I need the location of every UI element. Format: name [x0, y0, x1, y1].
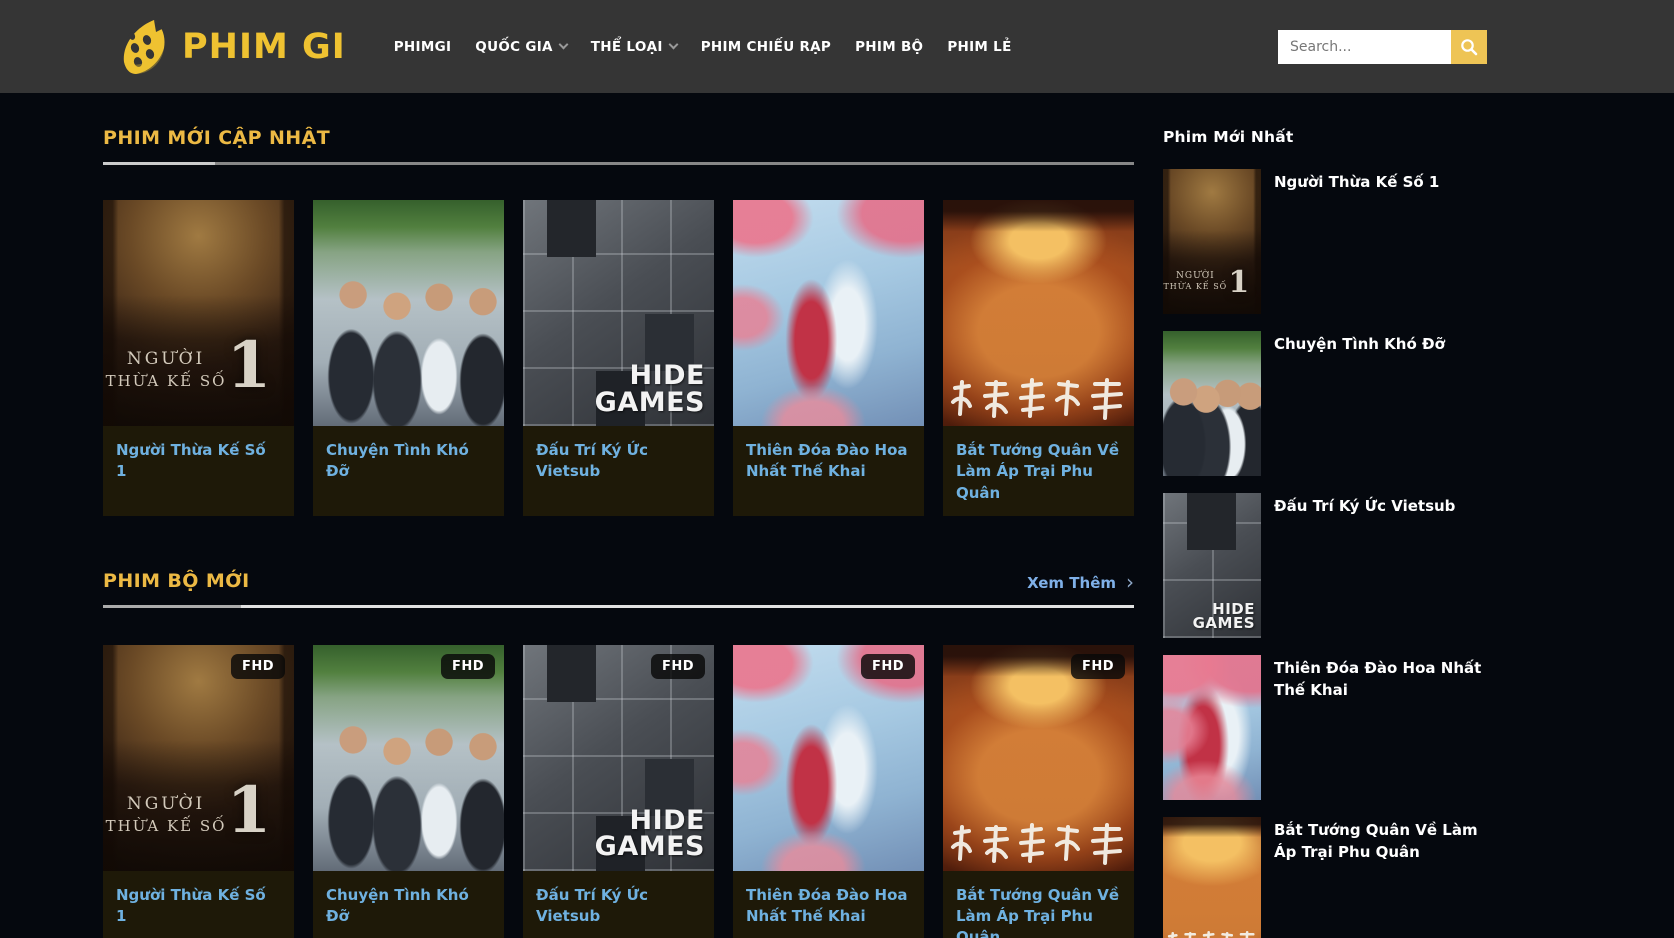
sidebar-movie-item[interactable]: Chuyện Tình Khó Đỡ: [1163, 331, 1488, 476]
nav-item-phimgi[interactable]: PHIMGI: [394, 39, 452, 55]
movie-card[interactable]: Bắt Tướng Quân Về Làm Áp Trại Phu Quân: [943, 200, 1134, 516]
movie-thumbnail: [1163, 331, 1261, 476]
movie-poster: [943, 200, 1134, 426]
movie-card[interactable]: FHD Thiên Đóa Đào Hoa Nhất Thế Khai: [733, 645, 924, 938]
movie-poster: FHD HIDEGAMES: [523, 645, 714, 871]
movie-thumbnail: NGƯỜITHỪA KẾ SỐ 1: [1163, 169, 1261, 314]
movie-card[interactable]: FHD HIDEGAMES Đấu Trí Ký Ức Vietsub: [523, 645, 714, 938]
calligraphy-art: [1163, 928, 1261, 938]
movie-thumbnail: [1163, 817, 1261, 938]
movie-poster: FHD: [733, 645, 924, 871]
quality-badge: FHD: [231, 654, 285, 679]
main-nav: PHIMGI QUỐC GIA THỂ LOẠI PHIM CHIẾU RẠP …: [394, 39, 1012, 55]
quality-badge: FHD: [651, 654, 705, 679]
movie-card[interactable]: FHD NGƯỜITHỪA KẾ SỐ 1 Người Thừa Kế Số 1: [103, 645, 294, 938]
nav-item-quoc-gia[interactable]: QUỐC GIA: [475, 39, 566, 55]
sidebar-movie-item[interactable]: NGƯỜITHỪA KẾ SỐ 1 Người Thừa Kế Số 1: [1163, 169, 1488, 314]
see-more-link[interactable]: Xem Thêm ›: [1027, 574, 1134, 592]
quality-badge: FHD: [1071, 654, 1125, 679]
movie-title[interactable]: Thiên Đóa Đào Hoa Nhất Thế Khai: [1274, 658, 1488, 702]
movie-poster: NGƯỜITHỪA KẾ SỐ 1: [103, 200, 294, 426]
movie-poster: [313, 200, 504, 426]
series-movies-grid: FHD NGƯỜITHỪA KẾ SỐ 1 Người Thừa Kế Số 1…: [103, 645, 1134, 938]
sidebar-movie-item[interactable]: Bắt Tướng Quân Về Làm Áp Trại Phu Quân: [1163, 817, 1488, 938]
quality-badge: FHD: [861, 654, 915, 679]
sidebar-movie-item[interactable]: Thiên Đóa Đào Hoa Nhất Thế Khai: [1163, 655, 1488, 800]
movie-title[interactable]: Đấu Trí Ký Ức Vietsub: [1274, 496, 1455, 518]
section-divider: [103, 162, 1134, 165]
chevron-right-icon: ›: [1126, 572, 1134, 592]
movie-title[interactable]: Người Thừa Kế Số 1: [1274, 172, 1439, 194]
nav-item-phim-chieu-rap[interactable]: PHIM CHIẾU RẠP: [701, 39, 831, 55]
movie-card[interactable]: HIDEGAMES Đấu Trí Ký Ức Vietsub: [523, 200, 714, 516]
movie-thumbnail: HIDEGAMES: [1163, 493, 1261, 638]
search-icon: [1460, 38, 1478, 56]
search-input[interactable]: [1278, 30, 1451, 64]
search-button[interactable]: [1451, 30, 1487, 64]
movie-poster: FHD: [943, 645, 1134, 871]
movie-title[interactable]: Chuyện Tình Khó Đỡ: [326, 885, 491, 928]
latest-movies-grid: NGƯỜITHỪA KẾ SỐ 1 Người Thừa Kế Số 1 Chu…: [103, 200, 1134, 516]
movie-title[interactable]: Bắt Tướng Quân Về Làm Áp Trại Phu Quân: [1274, 820, 1488, 864]
movie-poster: [733, 200, 924, 426]
section-title-latest: PHIM MỚI CẬP NHẬT: [103, 127, 330, 149]
movie-card[interactable]: FHD Chuyện Tình Khó Đỡ: [313, 645, 504, 938]
sidebar-movie-item[interactable]: HIDEGAMES Đấu Trí Ký Ức Vietsub: [1163, 493, 1488, 638]
chevron-down-icon: [558, 40, 568, 50]
movie-card[interactable]: FHD Bắt Tướng Quân Về Làm Áp Trại Phu Qu…: [943, 645, 1134, 938]
movie-title[interactable]: Chuyện Tình Khó Đỡ: [1274, 334, 1445, 356]
chevron-down-icon: [668, 40, 678, 50]
nav-item-phim-le[interactable]: PHIM LẺ: [947, 39, 1011, 55]
logo-text: PHIM GI: [182, 27, 346, 67]
logo[interactable]: PHIM GI: [120, 18, 346, 76]
movie-title[interactable]: Người Thừa Kế Số 1: [116, 440, 281, 483]
sidebar-title: Phim Mới Nhất: [1163, 128, 1488, 146]
movie-card[interactable]: Thiên Đóa Đào Hoa Nhất Thế Khai: [733, 200, 924, 516]
section-divider: [103, 605, 1134, 608]
movie-title[interactable]: Bắt Tướng Quân Về Làm Áp Trại Phu Quân: [956, 440, 1121, 504]
movie-poster: FHD NGƯỜITHỪA KẾ SỐ 1: [103, 645, 294, 871]
movie-title[interactable]: Thiên Đóa Đào Hoa Nhất Thế Khai: [746, 440, 911, 483]
movie-card[interactable]: Chuyện Tình Khó Đỡ: [313, 200, 504, 516]
movie-title[interactable]: Người Thừa Kế Số 1: [116, 885, 281, 928]
movie-card[interactable]: NGƯỜITHỪA KẾ SỐ 1 Người Thừa Kế Số 1: [103, 200, 294, 516]
site-header: PHIM GI PHIMGI QUỐC GIA THỂ LOẠI PHIM CH…: [0, 0, 1674, 93]
movie-title[interactable]: Đấu Trí Ký Ức Vietsub: [536, 440, 701, 483]
search-bar: [1278, 30, 1487, 64]
movie-title[interactable]: Thiên Đóa Đào Hoa Nhất Thế Khai: [746, 885, 911, 928]
movie-poster: FHD: [313, 645, 504, 871]
film-reel-pizza-icon: [120, 18, 172, 76]
section-title-series: PHIM BỘ MỚI: [103, 570, 250, 592]
calligraphy-art: [943, 376, 1134, 422]
nav-item-phim-bo[interactable]: PHIM BỘ: [855, 39, 923, 55]
quality-badge: FHD: [441, 654, 495, 679]
calligraphy-art: [943, 821, 1134, 867]
movie-title[interactable]: Chuyện Tình Khó Đỡ: [326, 440, 491, 483]
movie-poster: HIDEGAMES: [523, 200, 714, 426]
sidebar: Phim Mới Nhất NGƯỜITHỪA KẾ SỐ 1 Người Th…: [1163, 93, 1488, 938]
movie-title[interactable]: Bắt Tướng Quân Về Làm Áp Trại Phu Quân: [956, 885, 1121, 938]
movie-title[interactable]: Đấu Trí Ký Ức Vietsub: [536, 885, 701, 928]
nav-item-the-loai[interactable]: THỂ LOẠI: [591, 39, 677, 55]
movie-thumbnail: [1163, 655, 1261, 800]
